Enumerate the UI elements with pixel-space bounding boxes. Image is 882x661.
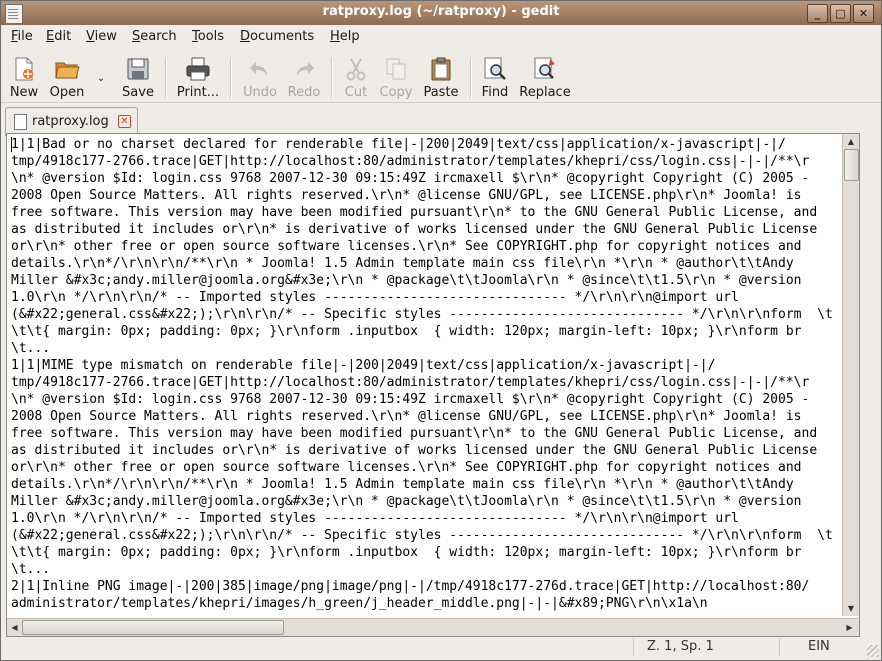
horizontal-scroll-thumb[interactable] [22,620,284,635]
find-icon [484,57,506,80]
tab-ratproxy-log[interactable]: ratproxy.log ✕ [5,107,138,136]
cut-button[interactable]: Cut [341,56,371,100]
editor-line[interactable]: tmp/4918c177-2766.trace|GET|http://local… [11,153,841,170]
menu-edit[interactable]: Edit [46,29,71,44]
editor-line[interactable]: details.\r\n*/\r\n\r\n/**\r\n * Joomla! … [11,255,841,272]
editor-line[interactable]: Miller &#x3c;andy.miller@joomla.org&#x3e… [11,272,841,289]
editor-line[interactable]: or\r\n* other free or open source softwa… [11,238,841,255]
gedit-window: ratproxy.log (~/ratproxy) - gedit _ □ ✕ … [0,0,882,661]
scroll-left-arrow-icon[interactable]: ◀ [7,619,22,636]
editor-text-area[interactable]: 1|1|Bad or no charset declared for rende… [11,136,841,614]
maximize-icon: □ [835,7,846,20]
editor-line[interactable]: details.\r\n*/\r\n\r\n/**\r\n * Joomla! … [11,476,841,493]
open-recent-dropdown[interactable]: ⌄ [93,70,109,85]
menu-tools[interactable]: Tools [192,29,224,44]
document-tab-bar: ratproxy.log ✕ [1,105,881,136]
scroll-up-arrow-icon[interactable]: ▲ [843,134,859,149]
menu-help[interactable]: Help [330,29,360,44]
editor-line[interactable]: as distributed it includes or\r\n* is de… [11,221,841,238]
undo-icon [250,62,267,76]
horizontal-scrollbar[interactable]: ◀ ▶ [7,618,859,636]
redo-button[interactable]: Redo [286,56,322,100]
scissors-icon [346,58,366,81]
status-bar: Z. 1, Sp. 1 EIN [1,637,881,659]
editor-line[interactable]: \t... [11,561,841,578]
clipboard-paste-icon [431,57,451,81]
minimize-button[interactable]: _ [807,4,828,23]
editor-line[interactable]: 2|1|Inline PNG image|-|200|385|image/png… [11,578,841,595]
chevron-down-icon: ⌄ [96,73,106,84]
text-editor[interactable]: 1|1|Bad or no charset declared for rende… [6,133,860,637]
vertical-scroll-thumb[interactable] [844,149,859,181]
text-cursor [11,137,12,152]
editor-line[interactable]: 2008 Open Source Matters. All rights res… [11,187,841,204]
minimize-icon: _ [814,7,821,20]
undo-button[interactable]: Undo [241,56,279,100]
insert-mode-indicator: EIN [808,639,830,654]
editor-line[interactable]: 1|1|Bad or no charset declared for rende… [11,136,841,153]
copy-button[interactable]: Copy [378,56,414,100]
scroll-right-arrow-icon[interactable]: ▶ [842,619,857,636]
save-icon [127,58,149,80]
folder-open-icon [55,62,80,79]
menu-search[interactable]: Search [132,29,177,44]
editor-line[interactable]: 1.0\r\n */\r\n\r\n/* -- Imported styles … [11,289,841,306]
editor-line[interactable]: 1|1|MIME type mismatch on renderable fil… [11,357,841,374]
toolbar-separator [165,58,167,98]
tab-label: ratproxy.log [32,114,109,129]
menu-view[interactable]: View [86,29,117,44]
editor-line[interactable]: 1.0\r\n */\r\n\r\n/* -- Imported styles … [11,510,841,527]
editor-line[interactable]: as distributed it includes or\r\n* is de… [11,442,841,459]
editor-line[interactable]: \n* @version $Id: login.css 9768 2007-12… [11,391,841,408]
editor-line[interactable]: free software. This version may have bee… [11,204,841,221]
copy-icon [386,58,406,80]
close-icon: ✕ [858,7,869,20]
editor-line[interactable]: tmp/4918c177-2766.trace|GET|http://local… [11,374,841,391]
toolbar-separator [470,58,472,98]
status-divider [779,638,780,656]
close-window-button[interactable]: ✕ [853,4,874,23]
editor-line[interactable]: (&#x22;general.css&#x22;);\r\n\r\n/* -- … [11,527,841,544]
redo-icon [297,62,314,76]
maximize-button[interactable]: □ [830,4,851,23]
new-button[interactable]: New [7,56,41,100]
text-document-icon [14,114,27,130]
editor-line[interactable]: \t\t{ margin: 0px; padding: 0px; }\r\nfo… [11,323,841,340]
editor-line[interactable]: free software. This version may have bee… [11,425,841,442]
status-divider [633,638,634,656]
editor-line[interactable]: \n* @version $Id: login.css 9768 2007-12… [11,170,841,187]
editor-line[interactable]: \t... [11,340,841,357]
editor-line[interactable]: \t\t{ margin: 0px; padding: 0px; }\r\nfo… [11,544,841,561]
editor-line[interactable]: 2008 Open Source Matters. All rights res… [11,408,841,425]
new-document-icon [15,57,33,81]
find-replace-icon [534,57,555,79]
toolbar-separator [331,58,333,98]
editor-line[interactable]: Miller &#x3c;andy.miller@joomla.org&#x3e… [11,493,841,510]
menu-file[interactable]: File [11,29,33,44]
close-tab-button[interactable]: ✕ [118,115,131,128]
title-bar[interactable]: ratproxy.log (~/ratproxy) - gedit _ □ ✕ [1,1,881,25]
printer-icon [186,57,210,81]
window-title: ratproxy.log (~/ratproxy) - gedit [322,4,560,19]
editor-line[interactable]: administrator/templates/khepri/images/h_… [11,595,841,612]
scroll-down-arrow-icon[interactable]: ▼ [843,601,859,616]
save-button[interactable]: Save [121,56,155,100]
paste-button[interactable]: Paste [421,56,461,100]
menu-documents[interactable]: Documents [240,29,314,44]
find-button[interactable]: Find [480,56,510,100]
replace-button[interactable]: Replace [517,56,573,100]
cursor-position: Z. 1, Sp. 1 [647,639,714,654]
editor-line[interactable]: (&#x22;general.css&#x22;);\r\n\r\n/* -- … [11,306,841,323]
resize-grip-icon[interactable] [867,645,879,657]
toolbar: New Open ⌄ Save Print... Undo Redo Cut C… [1,50,881,103]
print-button[interactable]: Print... [176,56,220,100]
editor-line[interactable]: or\r\n* other free or open source softwa… [11,459,841,476]
toolbar-separator [230,58,232,98]
vertical-scrollbar[interactable]: ▲ ▼ [842,134,859,616]
menu-bar: File Edit View Search Tools Documents He… [1,25,881,49]
open-button[interactable]: Open [48,56,86,100]
